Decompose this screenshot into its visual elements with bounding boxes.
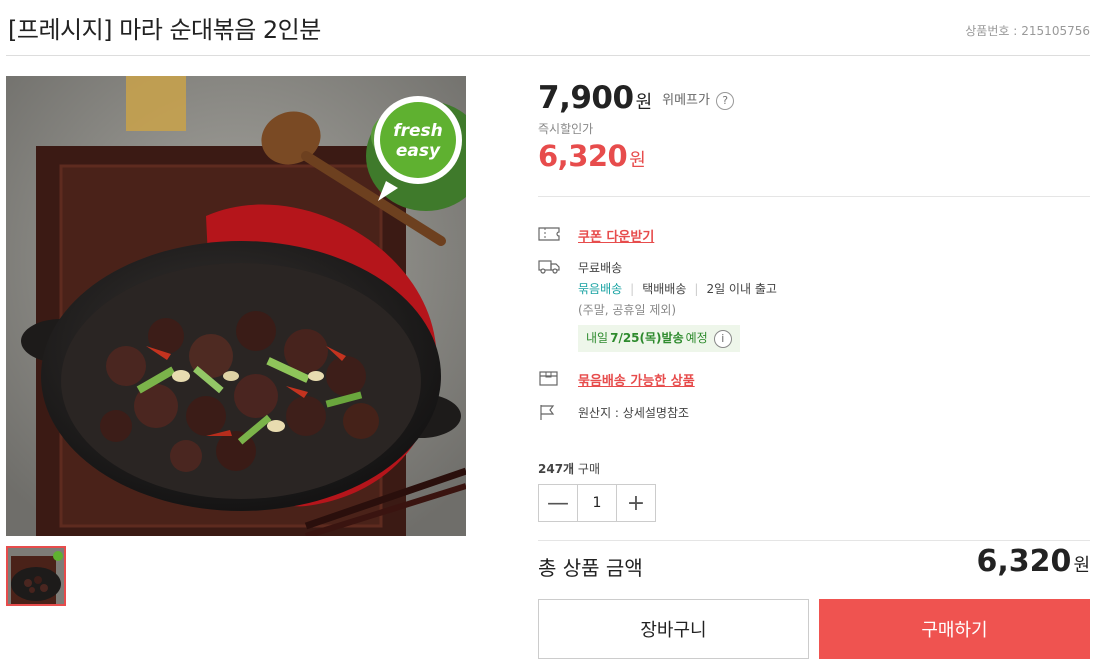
price-divider <box>538 196 1090 197</box>
separator: | <box>630 282 635 296</box>
quantity-stepper: — 1 + <box>538 484 656 522</box>
thumbnail-photo-svg <box>8 548 64 604</box>
purchase-count: 247개 구매 <box>538 460 600 477</box>
quantity-decrease-button[interactable]: — <box>539 485 577 521</box>
total-price-label: 총 상품 금액 <box>538 556 643 580</box>
original-price-value: 7,900 <box>538 80 634 116</box>
box-icon <box>539 371 558 386</box>
info-icon[interactable]: i <box>713 329 732 348</box>
purchase-count-value: 247개 <box>538 462 575 476</box>
fresh-logo-line1: fresh <box>393 121 443 141</box>
wemep-price-label: 위메프가 ? <box>662 89 735 110</box>
excluded-days: (주말, 공휴일 제외) <box>578 303 677 317</box>
origin-row: 원산지 : 상세설명참조 <box>538 404 689 421</box>
coupon-row: 쿠폰 다운받기 <box>538 226 654 245</box>
shipping-info: 무료배송 묶음배송 | 택배배송 | 2일 이내 출고 (주말, 공휴일 제외) 내일 … <box>578 258 777 352</box>
main-product-image[interactable]: fresh easy <box>6 76 466 536</box>
coupon-download-link[interactable]: 쿠폰 다운받기 <box>578 226 654 245</box>
separator: | <box>694 282 699 296</box>
product-photo-svg: fresh easy <box>6 76 466 536</box>
total-divider <box>538 540 1090 541</box>
free-shipping-text: 무료배송 <box>578 261 623 275</box>
arrival-date: 7/25(목)발송 <box>610 331 684 345</box>
buy-now-button[interactable]: 구매하기 <box>819 599 1090 659</box>
quantity-increase-button[interactable]: + <box>617 485 655 521</box>
price-area: 7,900 원 위메프가 ? 즉시할인가 6,320 원 <box>538 80 1090 173</box>
purchase-count-suffix: 구매 <box>577 462 601 476</box>
original-price: 7,900 원 위메프가 ? <box>538 80 1090 116</box>
bundle-row: 묶음배송 가능한 상품 <box>538 370 695 389</box>
help-icon[interactable]: ? <box>716 92 735 110</box>
wemep-label-text: 위메프가 <box>662 93 710 108</box>
discount-price-unit: 원 <box>629 150 646 171</box>
total-price-value: 6,320 <box>976 544 1072 579</box>
total-price: 6,320 원 <box>977 544 1090 579</box>
parcel-label: 택배배송 <box>642 282 687 296</box>
product-number: 상품번호 :215105756 <box>965 22 1090 39</box>
shipping-row: 무료배송 묶음배송 | 택배배송 | 2일 이내 출고 (주말, 공휴일 제외) 내일 … <box>538 258 777 352</box>
product-title: [프레시지] 마라 순대볶음 2인분 <box>8 16 321 44</box>
arrival-pre: 내일 <box>586 331 609 345</box>
arrival-post: 예정 <box>685 331 708 345</box>
coupon-icon <box>538 227 560 241</box>
truck-icon <box>538 260 560 274</box>
thumbnail-image[interactable] <box>6 546 66 606</box>
origin-text: 원산지 : 상세설명참조 <box>578 406 690 420</box>
dispatch-label: 2일 이내 출고 <box>706 282 777 296</box>
arrival-badge: 내일 7/25(목)발송 예정 i <box>578 325 740 352</box>
discount-price-value: 6,320 <box>538 139 628 173</box>
bundle-products-link[interactable]: 묶음배송 가능한 상품 <box>578 370 695 389</box>
original-price-unit: 원 <box>635 92 653 113</box>
title-divider <box>6 55 1090 56</box>
shipping-methods: 묶음배송 | 택배배송 | 2일 이내 출고 <box>578 279 777 300</box>
flag-icon <box>540 405 555 420</box>
quantity-input[interactable]: 1 <box>577 485 617 521</box>
add-to-cart-button[interactable]: 장바구니 <box>538 599 809 659</box>
product-number-value: 215105756 <box>1021 24 1090 38</box>
bundle-shipping-label[interactable]: 묶음배송 <box>578 282 622 296</box>
fresh-logo-line2: easy <box>396 141 441 161</box>
product-number-label: 상품번호 : <box>965 24 1018 38</box>
total-price-unit: 원 <box>1073 555 1090 576</box>
discount-label: 즉시할인가 <box>538 122 594 136</box>
discount-price: 6,320 원 <box>538 139 1090 173</box>
